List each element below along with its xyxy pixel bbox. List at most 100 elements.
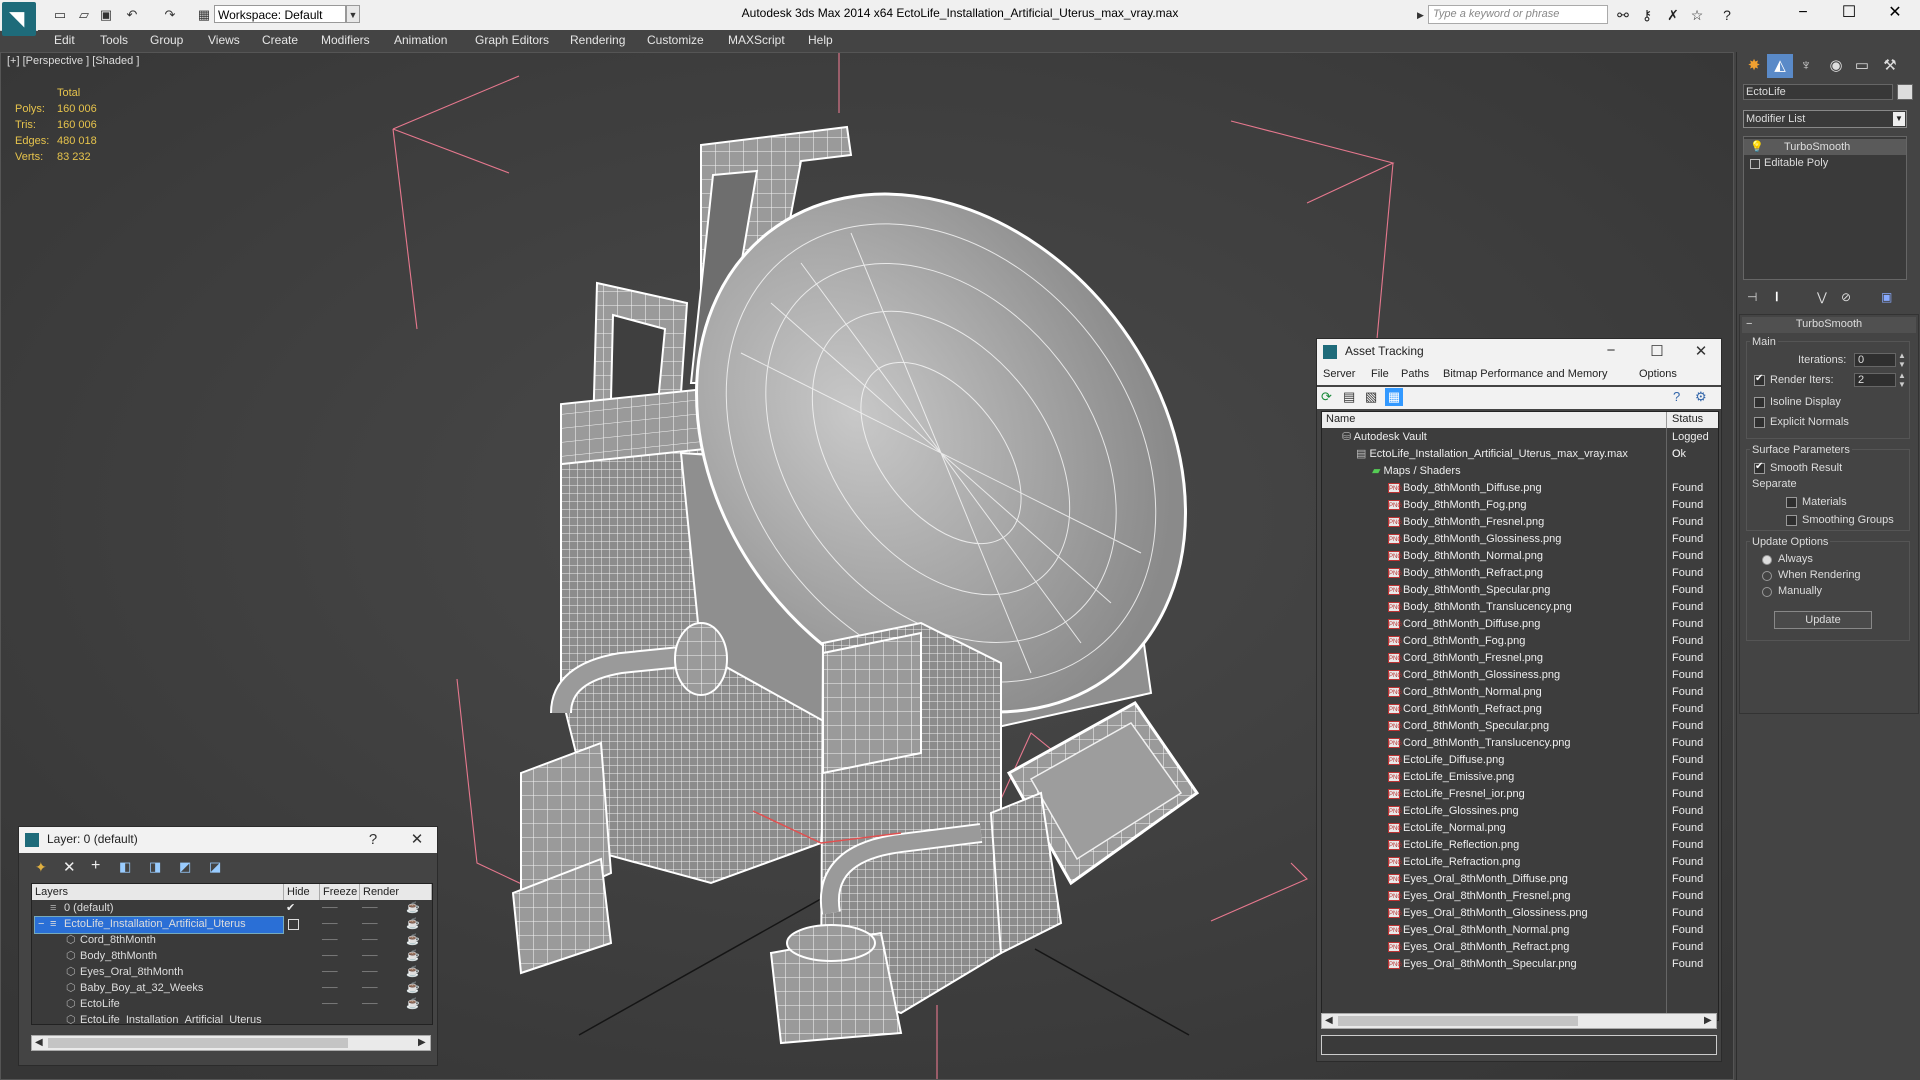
- asset-map-row[interactable]: PNGCord_8thMonth_Fog.png Found: [1322, 633, 1718, 650]
- asset-menu-bitmap[interactable]: Bitmap Performance and Memory: [1443, 368, 1607, 380]
- freeze-toggle[interactable]: ──: [362, 980, 378, 996]
- explicit-normals-checkbox[interactable]: [1754, 417, 1765, 428]
- asset-map-row[interactable]: PNGBody_8thMonth_Refract.png Found: [1322, 565, 1718, 582]
- settings-icon[interactable]: ⚙: [1695, 389, 1707, 405]
- asset-map-row[interactable]: PNGEyes_Oral_8thMonth_Normal.png Found: [1322, 922, 1718, 939]
- create-tab-icon[interactable]: ✸: [1741, 54, 1767, 78]
- asset-map-row[interactable]: PNGBody_8thMonth_Translucency.png Found: [1322, 599, 1718, 616]
- asset-map-row[interactable]: PNGBody_8thMonth_Diffuse.png Found: [1322, 480, 1718, 497]
- new-file-icon[interactable]: ▭: [52, 7, 68, 22]
- asset-map-row[interactable]: PNGEyes_Oral_8thMonth_Glossiness.png Foun…: [1322, 905, 1718, 922]
- refresh-icon[interactable]: ⟳: [1321, 389, 1332, 405]
- layer-row[interactable]: ⬡ EctoLife ── ── ☕: [32, 996, 432, 1012]
- minimize-button[interactable]: −: [1780, 0, 1826, 28]
- asset-menu-paths[interactable]: Paths: [1401, 368, 1429, 380]
- asset-map-row[interactable]: PNGEctoLife_Refraction.png Found: [1322, 854, 1718, 871]
- hide-all-icon[interactable]: ◩: [179, 859, 191, 875]
- help-icon[interactable]: ?: [1673, 389, 1680, 404]
- hide-toggle[interactable]: ──: [322, 916, 338, 932]
- asset-map-row[interactable]: PNGEctoLife_Diffuse.png Found: [1322, 752, 1718, 769]
- isoline-checkbox[interactable]: [1754, 397, 1765, 408]
- layer-panel-titlebar[interactable]: Layer: 0 (default) ? ✕: [19, 827, 437, 853]
- menu-animation[interactable]: Animation: [394, 30, 447, 52]
- col-layers[interactable]: Layers: [32, 884, 284, 900]
- expand-box-icon[interactable]: [1750, 159, 1760, 169]
- asset-path-field[interactable]: [1321, 1035, 1717, 1055]
- layer-row[interactable]: ⬡ Baby_Boy_at_32_Weeks ── ── ☕: [32, 980, 432, 996]
- hierarchy-tab-icon[interactable]: ♆: [1793, 54, 1819, 78]
- when-rendering-radio[interactable]: [1762, 571, 1772, 581]
- render-teapot-icon[interactable]: ☕: [406, 980, 420, 996]
- collapse-icon[interactable]: −: [38, 916, 44, 932]
- col-freeze[interactable]: Freeze: [320, 884, 360, 900]
- asset-menu-options[interactable]: Options: [1639, 368, 1677, 380]
- scroll-right-icon[interactable]: ▶: [1704, 1014, 1712, 1028]
- layer-row[interactable]: ⬡ Cord_8thMonth ── ── ☕: [32, 932, 432, 948]
- freeze-toggle[interactable]: ──: [362, 900, 378, 916]
- menu-edit[interactable]: Edit: [54, 30, 75, 52]
- col-render[interactable]: Render: [360, 884, 432, 900]
- render-teapot-icon[interactable]: ☕: [406, 932, 420, 948]
- play-arrow-icon[interactable]: ▶: [1417, 6, 1427, 24]
- layer-row[interactable]: ≡ 0 (default) ✔ ── ── ☕: [32, 900, 432, 916]
- layer-row[interactable]: ⬡ EctoLife_Installation_Artificial_Uteru…: [32, 1012, 432, 1024]
- asset-map-row[interactable]: PNGEctoLife_Emissive.png Found: [1322, 769, 1718, 786]
- modifier-list-dropdown[interactable]: Modifier List: [1743, 110, 1907, 128]
- asset-map-row[interactable]: PNGCord_8thMonth_Diffuse.png Found: [1322, 616, 1718, 633]
- freeze-toggle[interactable]: ──: [362, 948, 378, 964]
- undo-icon[interactable]: ↶: [124, 7, 140, 22]
- viewport-label[interactable]: [+] [Perspective ] [Shaded ]: [7, 55, 139, 67]
- col-status[interactable]: Status: [1672, 413, 1703, 425]
- asset-row-vault[interactable]: ⛁ Autodesk Vault Logged O: [1322, 429, 1718, 460]
- smoothing-groups-checkbox[interactable]: [1786, 515, 1797, 526]
- hide-toggle[interactable]: ──: [322, 996, 338, 1012]
- col-hide[interactable]: Hide: [284, 884, 320, 900]
- asset-map-row[interactable]: PNGEyes_Oral_8thMonth_Refract.png Found: [1322, 939, 1718, 956]
- maximize-icon[interactable]: ☐: [1647, 342, 1667, 360]
- modify-tab-icon[interactable]: ◭: [1767, 54, 1793, 78]
- help-icon[interactable]: ?: [1718, 6, 1736, 24]
- hide-toggle[interactable]: ──: [322, 948, 338, 964]
- thumbnail-view-icon[interactable]: ▧: [1365, 389, 1377, 405]
- layer-row[interactable]: − ≡ EctoLife_Installation_Artificial_Ute…: [32, 916, 432, 934]
- iterations-spinner[interactable]: 0: [1854, 353, 1896, 367]
- delete-layer-icon[interactable]: ✕: [63, 858, 76, 876]
- close-icon[interactable]: ✕: [1691, 342, 1711, 360]
- menu-modifiers[interactable]: Modifiers: [321, 30, 370, 52]
- asset-map-row[interactable]: PNGCord_8thMonth_Normal.png Found: [1322, 684, 1718, 701]
- create-layer-icon[interactable]: ✦: [35, 859, 47, 876]
- object-name-field[interactable]: EctoLife: [1743, 84, 1893, 100]
- save-file-icon[interactable]: ▣: [98, 7, 114, 22]
- asset-map-row[interactable]: PNGCord_8thMonth_Fresnel.png Found: [1322, 650, 1718, 667]
- menu-help[interactable]: Help: [808, 30, 833, 52]
- key-icon[interactable]: ⚷: [1638, 6, 1656, 24]
- freeze-toggle[interactable]: ──: [362, 916, 378, 932]
- minimize-icon[interactable]: −: [1601, 342, 1621, 359]
- scroll-right-icon[interactable]: ▶: [418, 1036, 426, 1050]
- binoculars-icon[interactable]: ⚯: [1614, 6, 1632, 24]
- favorite-star-icon[interactable]: ☆: [1688, 6, 1706, 24]
- object-color-swatch[interactable]: [1897, 84, 1913, 100]
- hide-toggle[interactable]: ──: [322, 964, 338, 980]
- current-layer-box[interactable]: [288, 919, 299, 930]
- rollout-header[interactable]: − TurboSmooth: [1742, 317, 1916, 333]
- spinner-arrows-icon[interactable]: ▲ ▼: [1898, 371, 1906, 389]
- render-teapot-icon[interactable]: ☕: [406, 996, 420, 1012]
- close-icon[interactable]: ✕: [407, 830, 427, 848]
- asset-map-row[interactable]: PNGEyes_Oral_8thMonth_Specular.png Found: [1322, 956, 1718, 973]
- asset-map-row[interactable]: PNGCord_8thMonth_Glossiness.png Found: [1322, 667, 1718, 684]
- asset-hscrollbar[interactable]: ◀ ▶: [1321, 1013, 1717, 1029]
- highlight-layer-icon[interactable]: ◨: [149, 859, 161, 875]
- asset-map-row[interactable]: PNGEctoLife_Normal.png Found: [1322, 820, 1718, 837]
- menu-tools[interactable]: Tools: [100, 30, 128, 52]
- help-icon[interactable]: ?: [365, 831, 381, 848]
- render-teapot-icon[interactable]: ☕: [406, 948, 420, 964]
- layer-row[interactable]: ⬡ Eyes_Oral_8thMonth ── ── ☕: [32, 964, 432, 980]
- display-tab-icon[interactable]: ▭: [1849, 54, 1875, 78]
- freeze-toggle[interactable]: ──: [362, 964, 378, 980]
- asset-map-row[interactable]: PNGEctoLife_Glossines.png Found: [1322, 803, 1718, 820]
- configure-sets-icon[interactable]: ▣: [1881, 290, 1892, 304]
- asset-map-row[interactable]: PNGCord_8thMonth_Specular.png Found: [1322, 718, 1718, 735]
- show-end-result-icon[interactable]: Ⅰ: [1775, 290, 1779, 304]
- utilities-tab-icon[interactable]: ⚒: [1877, 54, 1903, 78]
